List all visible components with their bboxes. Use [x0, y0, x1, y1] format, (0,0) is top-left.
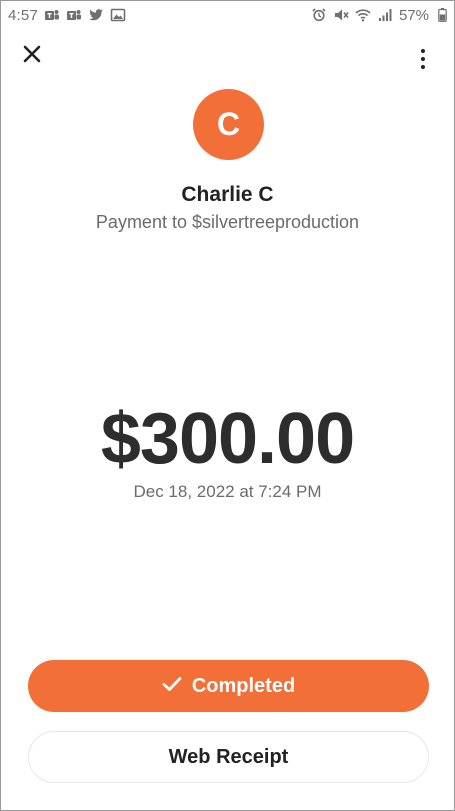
- checkmark-icon: [162, 675, 182, 698]
- web-receipt-label: Web Receipt: [168, 745, 289, 768]
- battery-percent: 57%: [398, 6, 429, 24]
- more-vertical-icon-dot: [421, 57, 425, 61]
- teams-icon: [66, 8, 82, 22]
- recipient-name: Charlie C: [181, 183, 274, 206]
- wifi-icon: [355, 8, 371, 22]
- more-vertical-icon: [421, 49, 425, 53]
- payment-description: Payment to $silvertreeproduction: [95, 212, 360, 232]
- image-icon: [110, 8, 126, 22]
- status-left: 4:57: [8, 7, 126, 24]
- completed-button[interactable]: Completed: [28, 660, 429, 712]
- teams-icon: [44, 8, 60, 22]
- status-right: 57%: [311, 7, 447, 24]
- more-vertical-icon-dot: [421, 65, 425, 69]
- completed-label: Completed: [191, 674, 296, 697]
- signal-icon: [377, 8, 393, 22]
- close-button[interactable]: [20, 44, 44, 68]
- status-bar: 4:57 57%: [0, 0, 455, 30]
- status-time: 4:57: [8, 6, 38, 24]
- more-options-button[interactable]: [413, 46, 433, 72]
- mute-icon: [333, 8, 349, 22]
- twitter-icon: [88, 8, 104, 22]
- close-icon: [23, 45, 41, 68]
- avatar: C: [193, 89, 264, 160]
- payment-amount: $300.00: [100, 399, 355, 479]
- alarm-icon: [311, 8, 327, 22]
- payment-date: Dec 18, 2022 at 7:24 PM: [133, 482, 322, 501]
- web-receipt-button[interactable]: Web Receipt: [28, 731, 429, 783]
- battery-icon: [437, 8, 447, 22]
